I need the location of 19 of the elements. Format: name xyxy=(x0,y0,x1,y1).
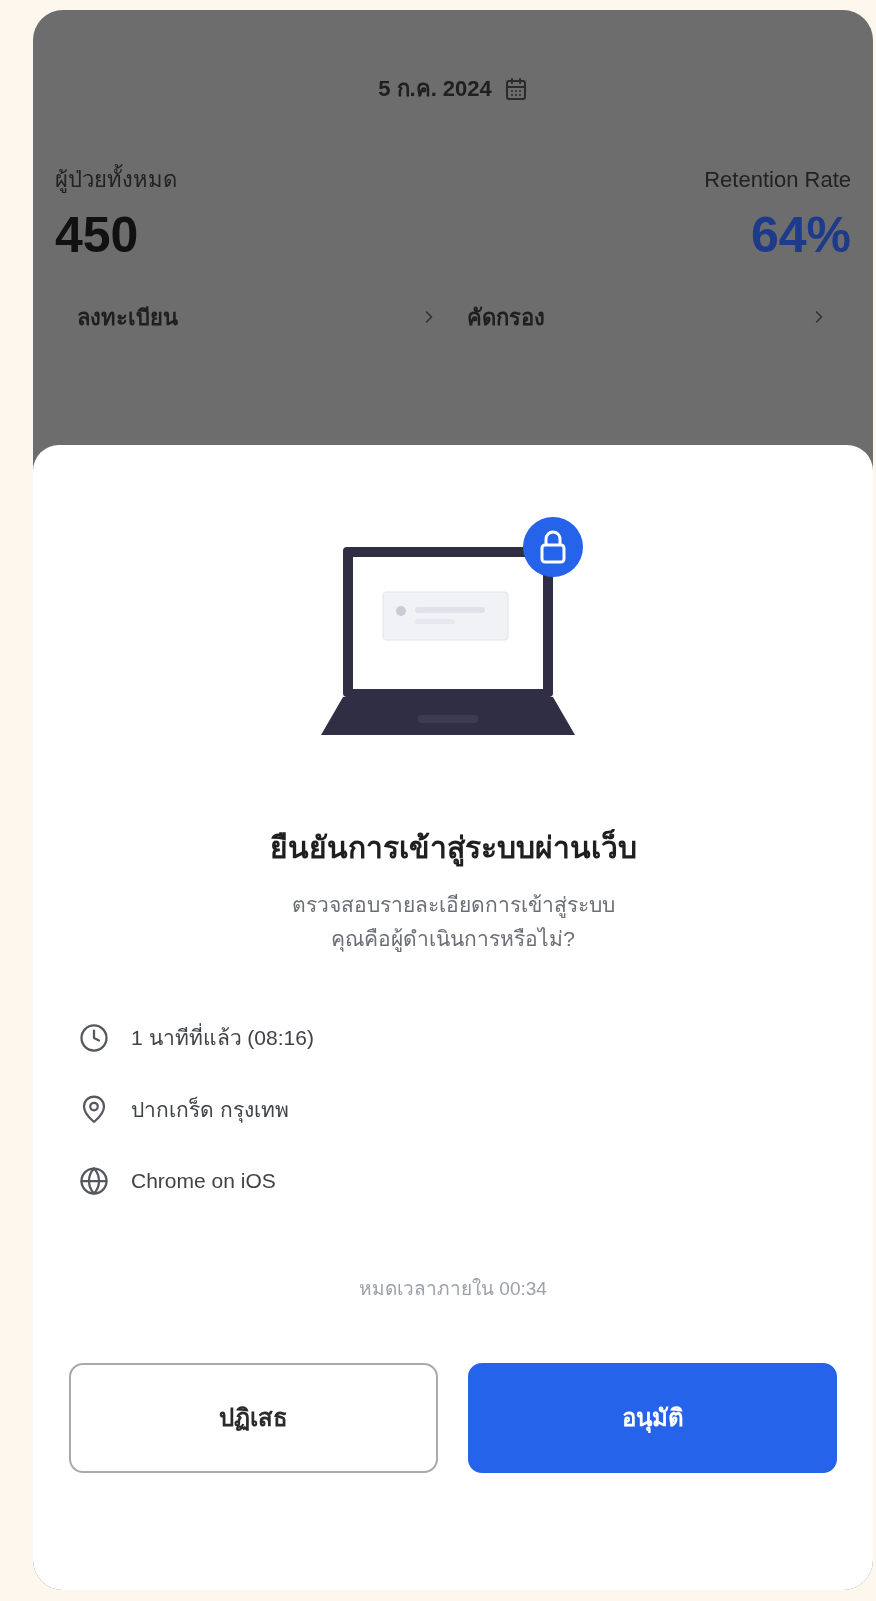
detail-text: ปากเกร็ด กรุงเทพ xyxy=(131,1095,289,1125)
stat-value: 450 xyxy=(55,206,139,265)
stat-label: Retention Rate xyxy=(704,166,851,194)
reject-button[interactable]: ปฏิเสธ xyxy=(69,1363,438,1473)
date-label: 5 ก.ค. 2024 xyxy=(378,75,492,103)
subtitle-text: คุณคือผู้ดำเนินการหรือไม่? xyxy=(331,926,575,954)
detail-text: 1 นาทีที่แล้ว (08:16) xyxy=(131,1022,314,1054)
sheet-title: ยืนยันการเข้าสู่ระบบผ่านเว็บ xyxy=(269,825,637,870)
approve-button[interactable]: อนุมัติ xyxy=(468,1363,837,1473)
nav-link[interactable]: ลงทะเบียน xyxy=(77,300,439,334)
stat-value: 64% xyxy=(750,206,851,265)
stat-label: ผู้ป่วยทั้งหมด xyxy=(55,163,177,196)
nav-link[interactable]: คัดกรอง xyxy=(467,300,829,334)
clock-icon xyxy=(79,1022,109,1053)
detail-text: Chrome on iOS xyxy=(131,1168,276,1194)
globe-icon xyxy=(79,1165,109,1196)
countdown-text: หมดเวลาภายใน 00:34 xyxy=(359,1276,547,1301)
subtitle-text: ตรวจสอบรายละเอียดการเข้าสู่ระบบ xyxy=(291,892,615,920)
calendar-icon[interactable] xyxy=(503,76,528,101)
